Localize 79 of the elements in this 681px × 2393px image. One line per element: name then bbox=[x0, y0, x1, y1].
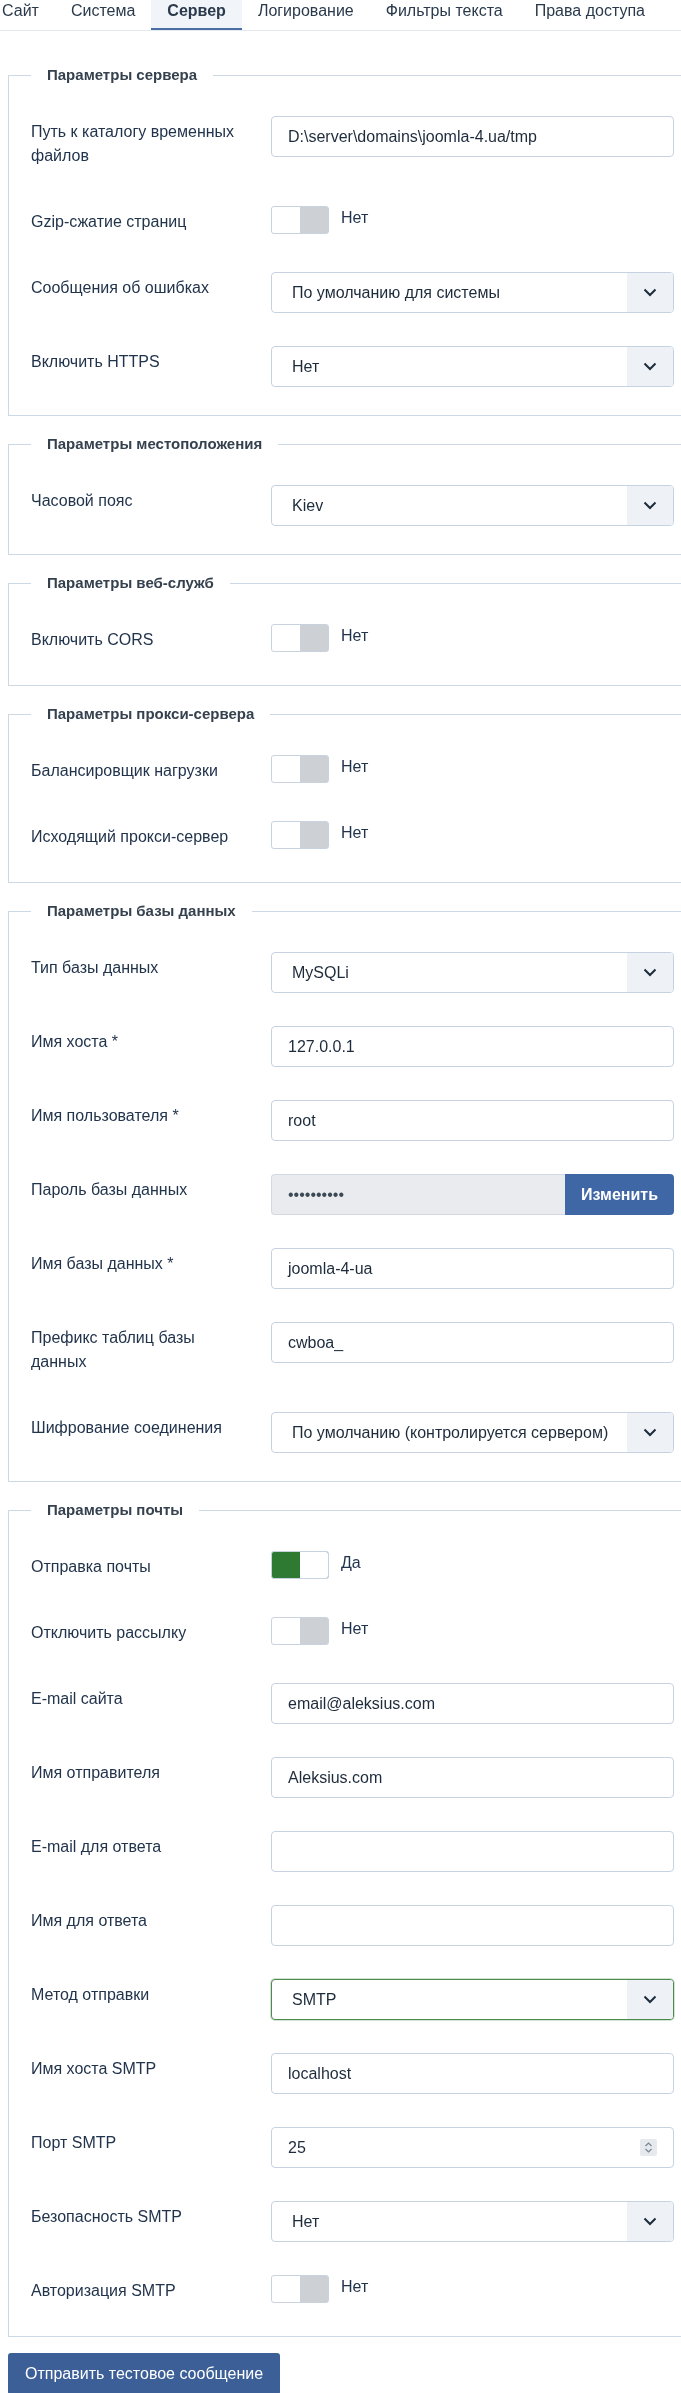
number-field[interactable]: 25 bbox=[271, 2127, 674, 2168]
text-field[interactable] bbox=[271, 1905, 674, 1946]
toggle-state-label: Нет bbox=[341, 208, 369, 228]
dropdown[interactable]: По умолчанию (контролируется сервером) bbox=[271, 1412, 674, 1453]
field-label: Пароль базы данных bbox=[31, 1180, 189, 1200]
toggle-switch[interactable] bbox=[271, 1617, 329, 1645]
tab[interactable]: Логирование bbox=[241, 0, 370, 30]
dropdown[interactable]: Kiev bbox=[271, 485, 674, 526]
dropdown[interactable]: Нет bbox=[271, 346, 674, 387]
dropdown[interactable]: MySQLi bbox=[271, 952, 674, 993]
tab[interactable]: Фильтры текста bbox=[369, 0, 519, 30]
field-label: Тип базы данных bbox=[31, 958, 160, 978]
toggle-switch[interactable] bbox=[271, 755, 329, 783]
field-label: Безопасность SMTP bbox=[31, 2207, 183, 2227]
field-label: Метод отправки bbox=[31, 1985, 151, 2005]
text-field[interactable] bbox=[271, 1831, 674, 1872]
text-field[interactable]: cwboa_ bbox=[271, 1322, 674, 1363]
field-label: Имя отправителя bbox=[31, 1763, 161, 1783]
field-label: Часовой пояс bbox=[31, 491, 134, 511]
chevron-down-icon bbox=[643, 362, 657, 371]
toggle-state-label: Нет bbox=[341, 626, 369, 646]
field-label: Отключить рассылку bbox=[31, 1623, 188, 1643]
field-label: Отправка почты bbox=[31, 1557, 152, 1577]
text-field[interactable]: Aleksius.com bbox=[271, 1757, 674, 1798]
chevron-down-icon bbox=[643, 288, 657, 297]
field-label: Балансировщик нагрузки bbox=[31, 761, 219, 781]
chevron-down-icon bbox=[643, 968, 657, 977]
field-label: Префикс таблиц базы данных bbox=[31, 1328, 196, 1372]
toggle-switch[interactable] bbox=[271, 624, 329, 652]
toggle-state-label: Нет bbox=[341, 823, 369, 843]
dropdown[interactable]: SMTP bbox=[271, 1979, 674, 2020]
toggle-state-label: Нет bbox=[341, 2277, 369, 2297]
toggle-switch[interactable] bbox=[271, 2275, 329, 2303]
toggle-state-label: Нет bbox=[341, 1619, 369, 1639]
chevron-down-icon bbox=[643, 1995, 657, 2004]
field-label: Включить CORS bbox=[31, 630, 155, 650]
field-label: Gzip-сжатие страниц bbox=[31, 212, 188, 232]
field-label: Имя хоста SMTP bbox=[31, 2059, 158, 2079]
field-label: Исходящий прокси-сервер bbox=[31, 827, 230, 847]
text-field[interactable]: 127.0.0.1 bbox=[271, 1026, 674, 1067]
tab[interactable]: Права доступа bbox=[518, 0, 661, 30]
field-label: Имя для ответа bbox=[31, 1911, 148, 1931]
send-test-button[interactable]: Отправить тестовое сообщение bbox=[8, 2353, 281, 2393]
field-label: Имя хоста * bbox=[31, 1032, 120, 1052]
field-label: Сообщения об ошибках bbox=[31, 278, 210, 298]
toggle-state-label: Да bbox=[341, 1553, 361, 1573]
section-title: Параметры почты bbox=[46, 1500, 185, 1520]
stepper-icon[interactable] bbox=[640, 2139, 657, 2156]
text-field[interactable]: joomla-4-ua bbox=[271, 1248, 674, 1289]
tab[interactable]: Система bbox=[54, 0, 152, 30]
toggle-switch[interactable] bbox=[271, 1551, 329, 1579]
tab[interactable]: Сайт bbox=[0, 0, 55, 30]
field-label: E-mail сайта bbox=[31, 1689, 124, 1709]
field-label: Имя пользователя * bbox=[31, 1106, 180, 1126]
section-title: Параметры сервера bbox=[46, 65, 199, 85]
section-title: Параметры базы данных bbox=[46, 901, 237, 921]
section-title: Параметры веб-служб bbox=[46, 573, 215, 593]
field-label: Порт SMTP bbox=[31, 2133, 118, 2153]
field-label: Путь к каталогу временных файлов bbox=[31, 122, 236, 166]
toggle-switch[interactable] bbox=[271, 206, 329, 234]
text-field[interactable]: email@aleksius.com bbox=[271, 1683, 674, 1724]
chevron-down-icon bbox=[643, 2217, 657, 2226]
field-label: E-mail для ответа bbox=[31, 1837, 163, 1857]
toggle-state-label: Нет bbox=[341, 757, 369, 777]
tab[interactable]: Сервер bbox=[151, 0, 242, 30]
field-label: Авторизация SMTP bbox=[31, 2281, 177, 2301]
field-label: Включить HTTPS bbox=[31, 352, 161, 372]
field-label: Имя базы данных * bbox=[31, 1254, 175, 1274]
field-label: Шифрование соединения bbox=[31, 1418, 223, 1438]
chevron-down-icon bbox=[643, 1428, 657, 1437]
dropdown[interactable]: По умолчанию для системы bbox=[271, 272, 674, 313]
toggle-switch[interactable] bbox=[271, 821, 329, 849]
section-title: Параметры прокси-сервера bbox=[46, 704, 256, 724]
text-field[interactable]: localhost bbox=[271, 2053, 674, 2094]
dropdown[interactable]: Нет bbox=[271, 2201, 674, 2242]
section-title: Параметры местоположения bbox=[46, 434, 264, 454]
text-field[interactable]: D:\server\domains\joomla-4.ua/tmp bbox=[271, 116, 674, 157]
text-field[interactable]: root bbox=[271, 1100, 674, 1141]
chevron-down-icon bbox=[643, 501, 657, 510]
